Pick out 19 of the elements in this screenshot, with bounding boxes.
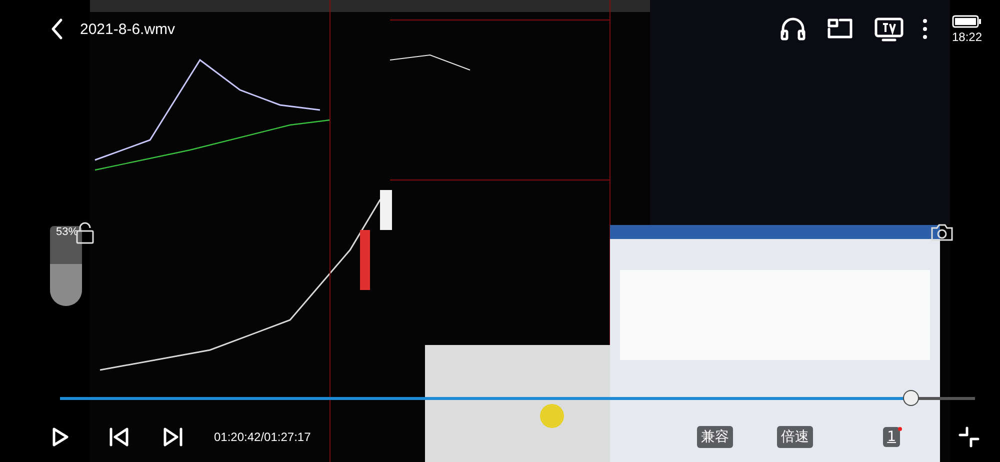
back-icon[interactable]: [50, 18, 64, 40]
camera-icon[interactable]: [930, 222, 954, 242]
play-icon[interactable]: [50, 426, 70, 448]
exit-fullscreen-icon[interactable]: [958, 426, 980, 448]
picture-in-picture-icon[interactable]: [826, 17, 854, 41]
episode-button[interactable]: 1: [883, 427, 900, 447]
battery-icon: [952, 14, 982, 28]
previous-icon[interactable]: [108, 426, 130, 448]
tv-icon[interactable]: [874, 16, 904, 42]
volume-slider[interactable]: [50, 226, 82, 306]
compat-button[interactable]: 兼容: [697, 426, 734, 448]
video-title: 2021-8-6.wmv: [80, 20, 176, 38]
clock: 18:22: [952, 30, 982, 44]
next-icon[interactable]: [162, 426, 184, 448]
progress-handle[interactable]: [904, 391, 918, 405]
speed-button[interactable]: 倍速: [777, 426, 814, 448]
playback-time: 01:20:42/01:27:17: [214, 430, 311, 444]
headphones-icon[interactable]: [780, 16, 806, 42]
more-icon[interactable]: [922, 17, 928, 41]
